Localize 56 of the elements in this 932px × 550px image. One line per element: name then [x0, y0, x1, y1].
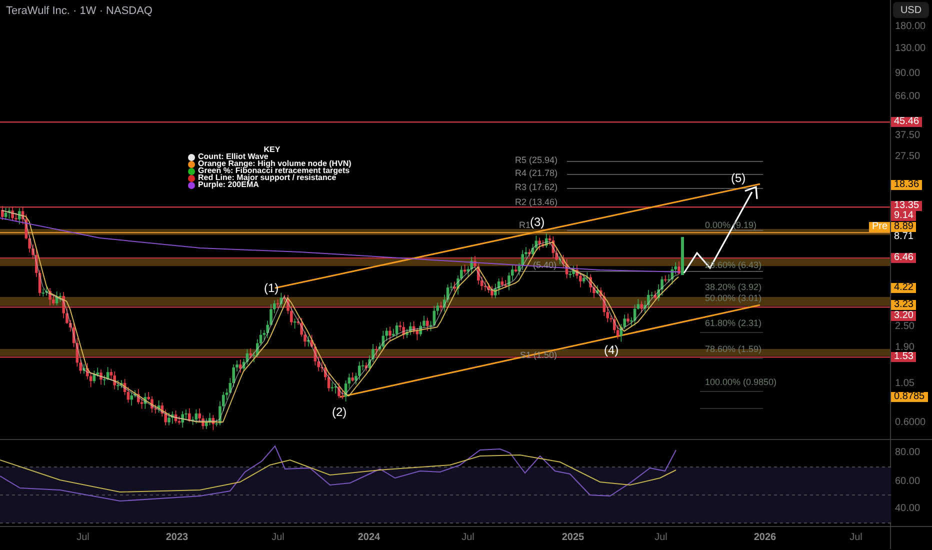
axis-tick: 1.90 — [895, 343, 914, 353]
pivot-label: R5 (25.94) — [515, 154, 558, 167]
pivot-label: R4 (21.78) — [515, 167, 558, 180]
axis-tick: 180.00 — [895, 22, 926, 32]
axis-tick: 66.00 — [895, 92, 920, 102]
wave-label: (1) — [264, 280, 279, 297]
price-tag: 45.46 — [891, 117, 922, 127]
legend-label: Purple: 200EMA — [198, 181, 259, 189]
pivot-label: R3 (17.62) — [515, 181, 558, 194]
axis-tick: 40.00 — [895, 504, 920, 514]
wave-label: (5) — [731, 170, 746, 187]
axis-tick: 1.05 — [895, 379, 914, 389]
time-label: 2023 — [166, 533, 188, 543]
pivot-label: R1 — [519, 220, 531, 232]
currency-button[interactable]: USD — [893, 2, 929, 18]
legend-label: Green %: Fibonacci retracement targets — [198, 167, 350, 175]
price-tag: 1.53 — [891, 352, 916, 362]
time-label: Jul — [850, 533, 862, 543]
pivot-label: R2 (13.46) — [515, 196, 558, 209]
time-label: Jul — [76, 533, 90, 543]
price-tag: 3.23 — [891, 300, 916, 310]
time-label: 2024 — [358, 533, 380, 543]
legend-title: KEY — [264, 144, 282, 154]
price-tag: 4.22 — [891, 283, 916, 293]
axis-tick: 130.00 — [895, 44, 926, 54]
price-tag: 0.8785 — [891, 392, 928, 402]
wave-label: (3) — [530, 214, 545, 231]
time-label: 2026 — [754, 533, 776, 543]
pre-market-tag: Pre — [869, 222, 890, 232]
legend-label: Count: Elliot Wave — [198, 153, 268, 161]
price-tag: 18.36 — [891, 180, 922, 190]
time-label: 2025 — [562, 533, 584, 543]
price-tag: 13.35 — [891, 201, 922, 211]
time-label: Jul — [272, 533, 284, 543]
axis-tick: 90.00 — [895, 69, 920, 79]
fib-label: 38.20% (3.92) — [705, 281, 762, 294]
price-tag: 9.14 — [891, 211, 916, 221]
axis-tick: 2.50 — [895, 322, 914, 332]
axis-tick: 0.6000 — [895, 418, 926, 428]
price-tag: 6.46 — [891, 253, 916, 263]
chart-title: TeraWulf Inc. · 1W · NASDAQ — [6, 4, 152, 19]
wave-label: (2) — [332, 404, 347, 421]
price-tag: 3.20 — [891, 311, 916, 321]
price-tag: 8.89 — [891, 222, 916, 232]
fib-label: 100.00% (0.9850) — [705, 376, 777, 389]
axis-tick: 37.50 — [895, 131, 920, 141]
fib-label: 61.80% (2.31) — [705, 317, 762, 330]
wave-label: (4) — [604, 342, 619, 359]
axis-tick: 80.00 — [895, 448, 920, 458]
fib-label: 0.00% (9.19) — [705, 219, 757, 232]
legend-label: Red Line: Major support / resistance — [198, 174, 336, 182]
axis-tick: 27.50 — [895, 152, 920, 162]
legend-label: Orange Range: High volume node (HVN) — [198, 160, 352, 168]
time-label: Jul — [462, 533, 474, 543]
time-label: Jul — [654, 533, 668, 543]
axis-tick: 60.00 — [895, 477, 920, 487]
